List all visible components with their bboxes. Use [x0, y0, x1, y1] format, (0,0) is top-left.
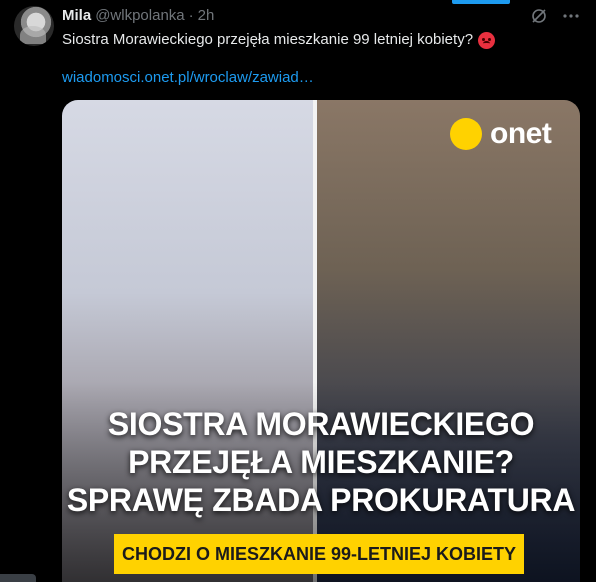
more-icon[interactable]	[562, 7, 580, 25]
headline-line: SPRAWĘ ZBADA PROKURATURA	[66, 482, 576, 518]
angry-face-icon	[478, 31, 496, 49]
tweet-header: Mila @wlkpolanka · 2h	[62, 7, 214, 27]
grok-icon[interactable]	[530, 7, 548, 25]
tweet-text: Siostra Morawieckiego przejęła mieszkani…	[62, 30, 496, 50]
tweet-text-content: Siostra Morawieckiego przejęła mieszkani…	[62, 31, 474, 48]
article-link[interactable]: wiadomosci.onet.pl/wroclaw/zawiad…	[62, 69, 314, 86]
timestamp[interactable]: 2h	[198, 7, 215, 24]
headline-line: PRZEJĘŁA MIESZKANIE?	[128, 444, 514, 480]
subtitle-banner: CHODZI O MIESZKANIE 99-LETNIEJ KOBIETY	[114, 534, 524, 574]
author-name[interactable]: Mila	[62, 7, 91, 24]
onet-dot-icon	[450, 118, 482, 150]
avatar[interactable]	[14, 6, 54, 46]
corner-badge	[0, 574, 36, 582]
active-indicator	[452, 0, 510, 4]
separator-dot: ·	[188, 7, 194, 24]
headline: SIOSTRA MORAWIECKIEGO PRZEJĘŁA MIESZKANI…	[62, 405, 580, 519]
author-handle[interactable]: @wlkpolanka	[95, 7, 184, 24]
headline-line: SIOSTRA MORAWIECKIEGO	[107, 406, 535, 442]
media-card[interactable]: onet SIOSTRA MORAWIECKIEGO PRZEJĘŁA MIES…	[62, 100, 580, 582]
onet-logo-text: onet	[490, 117, 552, 150]
header-actions	[530, 7, 580, 25]
onet-logo: onet	[450, 117, 552, 150]
